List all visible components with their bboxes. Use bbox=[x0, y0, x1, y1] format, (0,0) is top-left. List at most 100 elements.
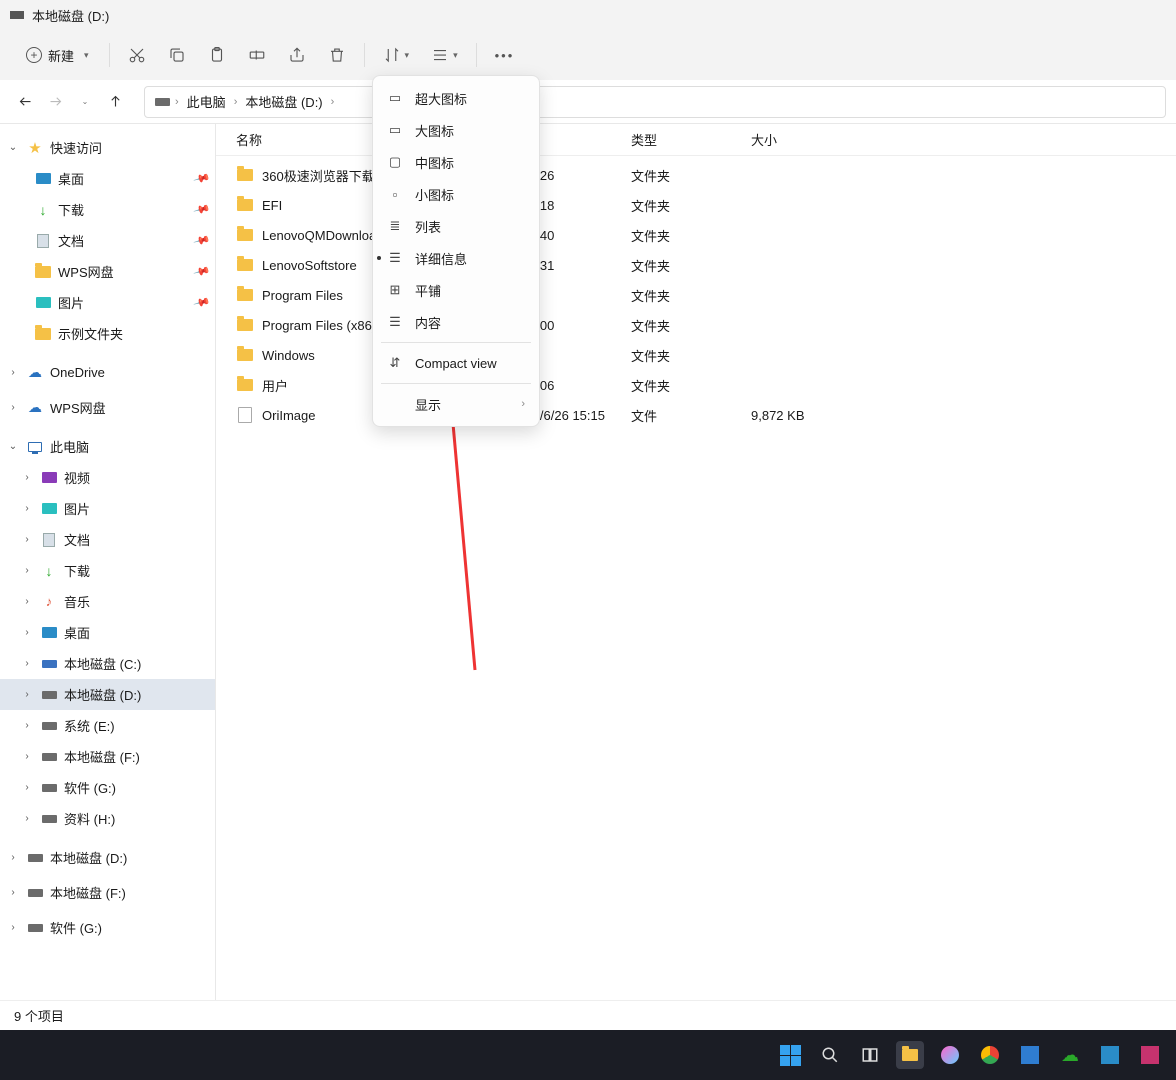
label: 本地磁盘 (F:) bbox=[64, 747, 140, 766]
taskbar-taskview[interactable] bbox=[856, 1041, 884, 1069]
breadcrumb-pc[interactable]: 此电脑 bbox=[183, 90, 230, 113]
separator bbox=[476, 43, 477, 67]
file-row[interactable]: Program Files (x86)6 15:00文件夹 bbox=[216, 310, 1176, 340]
tiles-icon: ⊞ bbox=[387, 282, 403, 298]
file-row[interactable]: LenovoQMDownload6 19:40文件夹 bbox=[216, 220, 1176, 250]
sidebar-music[interactable]: ›♪音乐 bbox=[0, 586, 215, 617]
column-headers: 名称⌃ 类型 大小 bbox=[216, 124, 1176, 156]
breadcrumb-drive[interactable]: 本地磁盘 (D:) bbox=[241, 90, 326, 113]
menu-details[interactable]: ☰详细信息 bbox=[373, 242, 539, 274]
taskbar-chrome[interactable] bbox=[976, 1041, 1004, 1069]
menu-tiles[interactable]: ⊞平铺 bbox=[373, 274, 539, 306]
plus-icon: + bbox=[26, 47, 42, 63]
sidebar-desktop[interactable]: 桌面📌 bbox=[0, 163, 215, 194]
sidebar-drive-d2[interactable]: ›本地磁盘 (D:) bbox=[0, 842, 215, 873]
sidebar-documents2[interactable]: ›文档 bbox=[0, 524, 215, 555]
sidebar-drive-f[interactable]: ›本地磁盘 (F:) bbox=[0, 741, 215, 772]
sidebar-samples[interactable]: 示例文件夹 bbox=[0, 318, 215, 349]
file-row[interactable]: EFI6 17:18文件夹 bbox=[216, 190, 1176, 220]
sidebar-downloads[interactable]: ↓下载📌 bbox=[0, 194, 215, 225]
sidebar-downloads2[interactable]: ›↓下载 bbox=[0, 555, 215, 586]
file-row[interactable]: LenovoSoftstore6 23:31文件夹 bbox=[216, 250, 1176, 280]
new-button[interactable]: + 新建 ▾ bbox=[14, 40, 101, 71]
separator-icon: › bbox=[234, 96, 238, 108]
menu-small-icons[interactable]: ▫小图标 bbox=[373, 178, 539, 210]
label: 下载 bbox=[64, 561, 90, 580]
sidebar-drive-g[interactable]: ›软件 (G:) bbox=[0, 772, 215, 803]
taskbar-search[interactable] bbox=[816, 1041, 844, 1069]
taskbar-app4[interactable] bbox=[1136, 1041, 1164, 1069]
drive-icon bbox=[26, 885, 44, 901]
sort-button[interactable]: ▾ bbox=[373, 40, 420, 70]
desktop-icon bbox=[34, 171, 52, 187]
drive-icon bbox=[40, 687, 58, 703]
more-icon: ••• bbox=[495, 48, 515, 63]
sidebar-wps2[interactable]: ›☁WPS网盘 bbox=[0, 392, 215, 423]
chevron-right-icon: › bbox=[20, 472, 34, 483]
sidebar-videos[interactable]: ›视频 bbox=[0, 462, 215, 493]
chrome-icon bbox=[981, 1046, 999, 1064]
sidebar-drive-c[interactable]: ›本地磁盘 (C:) bbox=[0, 648, 215, 679]
sidebar-onedrive[interactable]: ›☁OneDrive bbox=[0, 357, 215, 388]
chevron-right-icon: › bbox=[6, 922, 20, 933]
file-row[interactable]: 360极速浏览器下载3 17:26文件夹 bbox=[216, 160, 1176, 190]
menu-medium-icons[interactable]: ▢中图标 bbox=[373, 146, 539, 178]
sidebar-documents[interactable]: 文档📌 bbox=[0, 225, 215, 256]
taskbar-start[interactable] bbox=[776, 1041, 804, 1069]
chevron-right-icon: › bbox=[521, 398, 525, 410]
sidebar-drive-h[interactable]: ›资料 (H:) bbox=[0, 803, 215, 834]
up-button[interactable] bbox=[100, 87, 130, 117]
taskbar-app2[interactable] bbox=[1016, 1041, 1044, 1069]
file-row[interactable]: Program Files2:41文件夹 bbox=[216, 280, 1176, 310]
drive-icon bbox=[26, 920, 44, 936]
cut-button[interactable] bbox=[118, 40, 156, 70]
label: 资料 (H:) bbox=[64, 809, 115, 828]
file-row[interactable]: Windows4:07文件夹 bbox=[216, 340, 1176, 370]
sidebar-quick-access[interactable]: ⌄★快速访问 bbox=[0, 132, 215, 163]
sidebar-pictures[interactable]: 图片📌 bbox=[0, 287, 215, 318]
sidebar-drive-e[interactable]: ›系统 (E:) bbox=[0, 710, 215, 741]
file-type: 文件夹 bbox=[631, 346, 751, 365]
back-button[interactable] bbox=[10, 87, 40, 117]
paste-button[interactable] bbox=[198, 40, 236, 70]
sidebar-pictures2[interactable]: ›图片 bbox=[0, 493, 215, 524]
sidebar-desktop2[interactable]: ›桌面 bbox=[0, 617, 215, 648]
label: 桌面 bbox=[64, 623, 90, 642]
file-name: 360极速浏览器下载 bbox=[262, 166, 375, 185]
sidebar-drive-d[interactable]: ›本地磁盘 (D:) bbox=[0, 679, 215, 710]
forward-button[interactable] bbox=[40, 87, 70, 117]
folder-icon bbox=[236, 317, 254, 333]
label: WPS网盘 bbox=[58, 262, 114, 281]
menu-content[interactable]: ☰内容 bbox=[373, 306, 539, 338]
menu-compact-view[interactable]: ⇵Compact view bbox=[373, 347, 539, 379]
share-button[interactable] bbox=[278, 40, 316, 70]
label: 超大图标 bbox=[415, 89, 467, 108]
sidebar-this-pc[interactable]: ⌄此电脑 bbox=[0, 431, 215, 462]
menu-extra-large-icons[interactable]: ▭超大图标 bbox=[373, 82, 539, 114]
breadcrumb[interactable]: › 此电脑 › 本地磁盘 (D:) › bbox=[144, 86, 1166, 118]
file-row[interactable]: 用户7 16:06文件夹 bbox=[216, 370, 1176, 400]
sidebar-wps[interactable]: WPS网盘📌 bbox=[0, 256, 215, 287]
rename-button[interactable] bbox=[238, 40, 276, 70]
recent-button[interactable]: ⌄ bbox=[70, 87, 100, 117]
file-row[interactable]: OriImage2021/6/26 15:15文件9,872 KB bbox=[216, 400, 1176, 430]
taskbar-wechat[interactable]: ☁ bbox=[1056, 1041, 1084, 1069]
taskbar-app1[interactable] bbox=[936, 1041, 964, 1069]
delete-button[interactable] bbox=[318, 40, 356, 70]
view-context-menu: ▭超大图标 ▭大图标 ▢中图标 ▫小图标 ≣列表 ☰详细信息 ⊞平铺 ☰内容 ⇵… bbox=[372, 75, 540, 427]
copy-button[interactable] bbox=[158, 40, 196, 70]
more-button[interactable]: ••• bbox=[485, 42, 525, 69]
taskbar-app3[interactable] bbox=[1096, 1041, 1124, 1069]
taskbar-explorer[interactable] bbox=[896, 1041, 924, 1069]
cloud-icon: ☁ bbox=[26, 365, 44, 381]
column-size[interactable]: 大小 bbox=[751, 130, 851, 149]
sidebar: ⌄★快速访问 桌面📌 ↓下载📌 文档📌 WPS网盘📌 图片📌 示例文件夹 ›☁O… bbox=[0, 124, 215, 1000]
chevron-down-icon: ▾ bbox=[84, 50, 89, 61]
sidebar-drive-f2[interactable]: ›本地磁盘 (F:) bbox=[0, 877, 215, 908]
menu-large-icons[interactable]: ▭大图标 bbox=[373, 114, 539, 146]
column-type[interactable]: 类型 bbox=[631, 130, 751, 149]
sidebar-drive-g2[interactable]: ›软件 (G:) bbox=[0, 912, 215, 943]
menu-show[interactable]: 显示› bbox=[373, 388, 539, 420]
menu-list[interactable]: ≣列表 bbox=[373, 210, 539, 242]
view-button[interactable]: ▾ bbox=[421, 40, 468, 70]
